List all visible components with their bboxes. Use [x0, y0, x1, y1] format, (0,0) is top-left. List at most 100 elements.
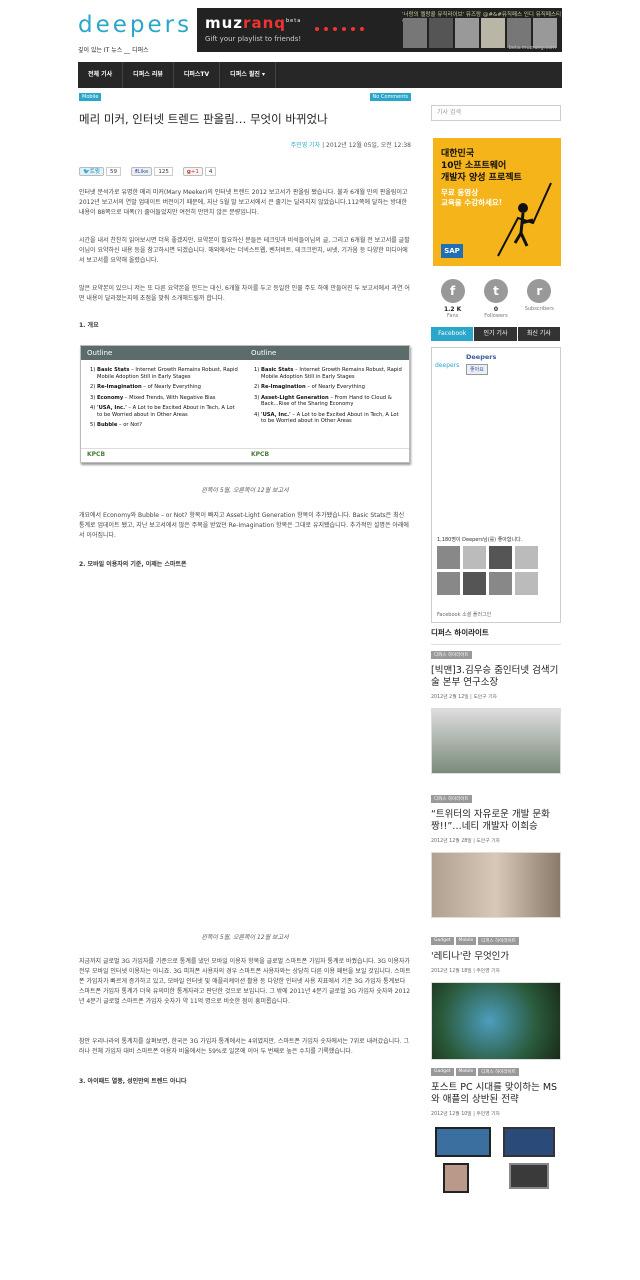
article-paragraph: 지금까지 글로벌 3G 가입자를 기준으로 통계를 냈던 모바일 이용자 항목을…: [79, 958, 411, 1005]
avatar: [515, 572, 538, 595]
search-input[interactable]: 기사 검색: [431, 105, 561, 121]
social-counters: f 1.2 K Fans t 0 Followers r Subscribers: [431, 279, 561, 319]
tweet-button[interactable]: 🐦트윗: [79, 167, 104, 176]
outline-item: 1) Basic Stats – Internet Growth Remains…: [90, 367, 238, 380]
avatar: [489, 546, 512, 569]
article-title: 메리 미커, 인터넷 트렌드 판올림… 무엇이 바뀌었나: [79, 112, 328, 126]
outline-item: 4) 'USA, Inc.' – A Lot to be Excited Abo…: [90, 405, 235, 418]
banner-brand: muzranqbeta: [205, 14, 302, 32]
tag-badge[interactable]: Gadget: [431, 1068, 454, 1076]
ipad-image: [443, 1163, 469, 1193]
facebook-likebox: deepers Deepers 좋아요 1,180명이 Deepers님(를) …: [431, 347, 561, 623]
article-byline: 주민영 기자 | 2012년 12월 05일, 오전 12:38: [290, 142, 411, 149]
rss-icon: r: [527, 279, 552, 303]
tag-badge[interactable]: 디퍼스 하이라이트: [478, 1068, 519, 1076]
rss-subscribers[interactable]: r Subscribers: [521, 279, 557, 319]
tablet-image: [435, 1127, 491, 1157]
outline-left-header: Outline: [87, 349, 113, 357]
nav-item-review[interactable]: 디퍼스 리뷰: [123, 62, 174, 88]
tag-badge[interactable]: 디퍼스 하이라이트: [431, 651, 472, 659]
nav-item-tv[interactable]: 디퍼스TV: [174, 62, 221, 88]
highlight-date: 2012년 12월 18일 | 주민영 기자: [431, 969, 500, 974]
highlight-title[interactable]: 포스트 PC 시대를 맞이하는 MS와 애플의 상반된 전략: [431, 1082, 561, 1106]
surface-image: [509, 1163, 549, 1189]
category-badge[interactable]: Mobile: [79, 93, 102, 101]
twitter-icon: 🐦: [83, 169, 90, 175]
share-bar: 🐦트윗 59 fLike 125 g+1 4: [79, 167, 217, 176]
outline-item: 2) Re-Imagination – of Nearly Everything: [90, 384, 201, 390]
climber-illustration-icon: [497, 182, 552, 257]
outline-item: 3) Economy – Mixed Trends, With Negative…: [90, 394, 216, 401]
site-logo[interactable]: deepers: [78, 12, 192, 38]
outline-item: 3) Asset-Light Generation – From Hand to…: [254, 394, 392, 408]
outline-headers: Outline Outline: [81, 346, 409, 360]
highlight-article[interactable]: Gadget Mobile 디퍼스 하이라이트 '레티나'란 무엇인가 2012…: [431, 937, 561, 1060]
tag-badge[interactable]: Mobile: [455, 937, 477, 945]
tag-badge[interactable]: Gadget: [431, 937, 454, 945]
devices-photo[interactable]: [431, 1125, 561, 1195]
avatar: [515, 546, 538, 569]
outline-item: 2) Re-Imagination – of Nearly Everything: [254, 384, 365, 390]
highlight-article[interactable]: 디퍼스 하이라이트 “트위터의 자유로운 개발 문화 짱!!”…네티 개발자 이…: [431, 795, 561, 918]
facebook-like-button[interactable]: fLike: [130, 167, 153, 176]
sap-banner-ad[interactable]: 대한민국 10만 소프트웨어 개발자 양성 프로젝트 무료 동영상 교육을 수강…: [433, 138, 561, 266]
avatar: [463, 546, 486, 569]
outline-left-list: 1) Basic Stats – Internet Growth Remains…: [81, 360, 245, 448]
highlight-date: 2012년 12월 10일 | 주민영 기자: [431, 1112, 500, 1117]
outline-item: 1) Basic Stats – Internet Growth Remains…: [254, 367, 402, 380]
nav-item-writers-dropdown[interactable]: 디퍼스 필진 ▾: [220, 62, 276, 88]
fb-page-name[interactable]: Deepers: [466, 353, 496, 361]
article-paragraph: 개요에서 Economy와 Bubble – or Not? 항목이 빠지고 A…: [79, 512, 409, 539]
muzrang-banner-ad[interactable]: muzranqbeta Gift your playlist to friend…: [197, 8, 562, 52]
fb-fan-count: 1,180명이 Deepers님(를) 좋아합니다.: [437, 537, 523, 543]
outline-right-list: 1) Basic Stats – Internet Growth Remains…: [245, 360, 409, 448]
image-caption: 왼쪽이 5월, 오른쪽이 12월 보고서: [201, 934, 289, 941]
tab-latest[interactable]: 최신 기사: [517, 327, 560, 341]
kingfisher-photo[interactable]: [431, 982, 561, 1060]
site-header: deepers 깊이 있는 IT 뉴스 __ 디퍼스 muzranqbeta G…: [78, 8, 562, 56]
fb-like-button[interactable]: 좋아요: [466, 364, 488, 375]
highlight-photo[interactable]: [431, 852, 561, 918]
tweet-count: 59: [105, 167, 121, 176]
outline-comparison-image: Outline Outline 1) Basic Stats – Interne…: [80, 345, 410, 463]
facebook-icon: f: [440, 279, 465, 303]
kpcb-logo: KPCB: [251, 451, 270, 458]
gplus-count: 4: [204, 167, 217, 176]
tag-badge[interactable]: 디퍼스 하이라이트: [431, 795, 472, 803]
outline-footer: KPCB KPCB: [81, 448, 409, 462]
facebook-like-share: fLike 125: [130, 167, 173, 176]
tag-badge[interactable]: Mobile: [455, 1068, 477, 1076]
tab-popular[interactable]: 인기 기사: [474, 327, 517, 341]
main-nav: 전체 기사 디퍼스 리뷰 디퍼스TV 디퍼스 필진 ▾: [78, 62, 562, 88]
highlights-heading: 디퍼스 하이라이트: [431, 627, 561, 645]
highlight-photo[interactable]: [431, 708, 561, 774]
tag-badge[interactable]: 디퍼스 하이라이트: [478, 937, 519, 945]
gplus-button[interactable]: g+1: [182, 167, 203, 176]
section-heading: 2. 모바일 이용자의 기준, 이제는 스마트폰: [79, 561, 187, 568]
gplus-share: g+1 4: [182, 167, 217, 176]
laptop-image: [503, 1127, 555, 1157]
comments-badge[interactable]: No Comments: [369, 93, 411, 101]
banner-dots: [315, 27, 364, 31]
highlight-article[interactable]: 디퍼스 하이라이트 [빅맨]3.김우승 줌인터넷 검색기술 본부 연구소장 20…: [431, 651, 561, 774]
banner-slogan: Gift your playlist to friends!: [205, 35, 302, 43]
tweet-share: 🐦트윗 59: [79, 167, 121, 176]
avatar: [437, 546, 460, 569]
highlight-title[interactable]: “트위터의 자유로운 개발 문화 짱!!”…네티 개발자 이희승: [431, 809, 561, 833]
highlight-date: 2012년 2월 12일 | 도안구 기자: [431, 695, 497, 700]
avatar: [489, 572, 512, 595]
nav-item-all-articles[interactable]: 전체 기사: [78, 62, 124, 88]
highlight-title[interactable]: [빅맨]3.김우승 줌인터넷 검색기술 본부 연구소장: [431, 665, 561, 689]
site-tagline: 깊이 있는 IT 뉴스 __ 디퍼스: [78, 47, 149, 54]
banner-url: beta.muzrang.com: [508, 45, 556, 51]
author-link[interactable]: 주민영 기자: [291, 142, 321, 149]
twitter-followers[interactable]: t 0 Followers: [478, 279, 514, 319]
facebook-fans[interactable]: f 1.2 K Fans: [435, 279, 471, 319]
kpcb-logo: KPCB: [87, 451, 106, 458]
tab-facebook[interactable]: Facebook: [431, 327, 474, 341]
highlight-article[interactable]: Gadget Mobile 디퍼스 하이라이트 포스트 PC 시대를 맞이하는 …: [431, 1068, 561, 1195]
outline-item: 4) 'USA, Inc.' – A Lot to be Excited Abo…: [254, 411, 399, 425]
outline-item: 5) Bubble – or Not?: [90, 422, 143, 428]
highlight-title[interactable]: '레티나'란 무엇인가: [431, 951, 561, 963]
article-paragraph: 참안 우리나라의 통계치를 살펴보면, 한국은 3G 가입자 통계에서는 4위였…: [79, 1038, 410, 1055]
